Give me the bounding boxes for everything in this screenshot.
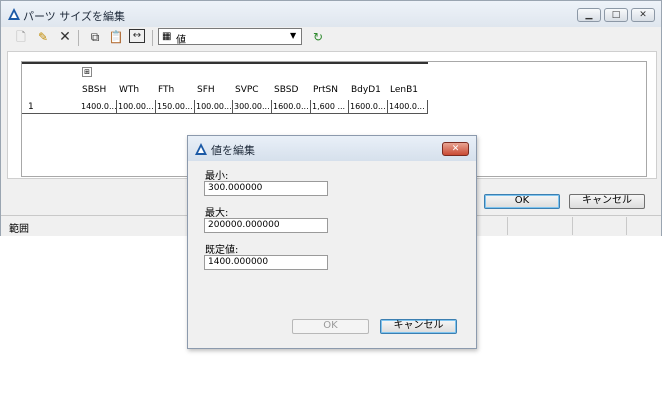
paste-icon[interactable]: 📋 xyxy=(108,29,124,45)
delete-icon[interactable]: ✕ xyxy=(57,29,73,45)
chevron-down-icon: ▼ xyxy=(290,31,297,40)
cancel-button[interactable]: キャンセル xyxy=(569,194,645,209)
close-button[interactable]: ✕ xyxy=(631,8,655,22)
min-value-field[interactable]: 300.000000 xyxy=(204,181,328,196)
table-row[interactable]: 1 1400.0... 100.00... 150.00... 100.00... 300… xyxy=(22,100,428,114)
table-cell[interactable]: 150.00... xyxy=(156,100,195,114)
dialog-cancel-button[interactable]: キャンセル xyxy=(380,319,457,334)
copy-icon[interactable]: ⧉ xyxy=(87,29,103,45)
column-header[interactable]: LenB1 xyxy=(390,85,418,95)
dialog-titlebar[interactable]: 値を編集 ✕ xyxy=(188,136,476,161)
value-filter-dropdown[interactable]: ▦ 値 ▼ xyxy=(158,28,302,46)
status-divider xyxy=(626,217,627,235)
grid-top-border xyxy=(22,62,428,64)
dialog-ok-button[interactable]: OK xyxy=(292,319,369,334)
row-number: 1 xyxy=(28,102,34,112)
max-label: 最大: xyxy=(205,208,229,219)
max-value-field[interactable]: 200000.000000 xyxy=(204,218,328,233)
minimize-icon: ▁ xyxy=(585,10,593,20)
status-divider xyxy=(572,217,573,235)
column-header[interactable]: FTh xyxy=(158,85,174,95)
ok-button[interactable]: OK xyxy=(484,194,560,209)
column-header[interactable]: PrtSN xyxy=(313,85,338,95)
column-header[interactable]: BdyD1 xyxy=(351,85,381,95)
table-cell[interactable]: 100.00... xyxy=(195,100,233,114)
toolbar-divider xyxy=(78,30,79,46)
table-cell[interactable]: 1400.0... xyxy=(388,100,428,114)
table-cell[interactable]: 100.00... xyxy=(117,100,156,114)
default-value-label: 既定値: xyxy=(205,245,239,256)
column-header[interactable]: SBSD xyxy=(274,85,298,95)
column-header[interactable]: SBSH xyxy=(82,85,106,95)
default-value-field[interactable]: 1400.000000 xyxy=(204,255,328,270)
expand-icon[interactable]: ⊞ xyxy=(82,67,92,77)
window-title: パーツ サイズを編集 xyxy=(23,10,125,23)
minimize-button[interactable]: ▁ xyxy=(577,8,601,22)
main-titlebar[interactable]: パーツ サイズを編集 ▁ □ ✕ xyxy=(1,1,661,27)
edit-icon[interactable]: ✎ xyxy=(35,29,51,45)
dialog-title: 値を編集 xyxy=(211,144,255,157)
table-cell[interactable]: 1600.0... xyxy=(349,100,388,114)
column-header[interactable]: SVPC xyxy=(235,85,259,95)
app-logo-icon xyxy=(8,8,20,20)
fit-columns-icon[interactable]: ↔ xyxy=(129,29,145,43)
table-cell[interactable]: 1400.0... xyxy=(80,100,117,114)
filter-selected-value: 値 xyxy=(176,35,186,46)
toolbar-divider xyxy=(152,30,153,46)
dialog-close-button[interactable]: ✕ xyxy=(442,142,469,156)
status-divider xyxy=(507,217,508,235)
min-label: 最小: xyxy=(205,171,229,182)
maximize-icon: □ xyxy=(611,10,621,20)
table-cell[interactable]: 1600.0... xyxy=(272,100,311,114)
new-row-icon[interactable]: 🗋 xyxy=(13,29,29,45)
column-header[interactable]: SFH xyxy=(197,85,215,95)
table-icon: ▦ xyxy=(162,31,172,42)
status-text: 範囲 xyxy=(9,224,29,235)
column-header[interactable]: WTh xyxy=(119,85,139,95)
app-logo-icon xyxy=(195,143,207,155)
close-icon: ✕ xyxy=(639,10,647,20)
close-icon: ✕ xyxy=(451,144,460,154)
edit-value-dialog: 値を編集 ✕ 最小: 300.000000 最大: 200000.000000 … xyxy=(187,135,477,349)
table-cell[interactable]: 300.00... xyxy=(233,100,272,114)
maximize-button[interactable]: □ xyxy=(604,8,628,22)
refresh-icon[interactable]: ↻ xyxy=(310,29,326,45)
row-underline xyxy=(22,113,80,114)
table-cell[interactable]: 1,600 ... xyxy=(311,100,349,114)
